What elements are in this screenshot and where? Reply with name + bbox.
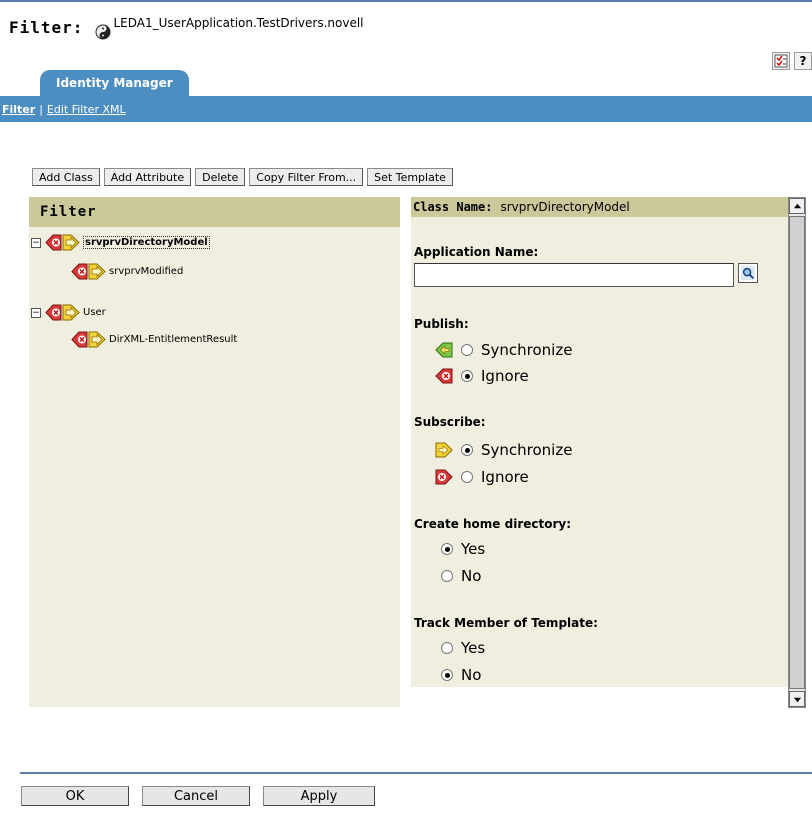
copy-filter-from-button[interactable]: Copy Filter From... [249,168,364,186]
apply-button[interactable]: Apply [263,786,375,806]
subscribe-label: Subscribe: [414,415,486,429]
class-name-value: srvprvDirectoryModel [500,200,630,214]
publish-sync-icon [435,342,453,358]
tree-item-user[interactable]: − User [31,304,106,321]
radio-label: No [461,567,482,585]
subscribe-sync-icon [435,442,453,458]
subscribe-synchronize-radio[interactable] [461,444,473,456]
publish-synchronize-radio[interactable] [461,344,473,356]
radio-label: No [461,666,482,684]
radio-label: Yes [461,639,486,657]
radio-label: Synchronize [481,341,573,359]
set-template-button[interactable]: Set Template [367,168,453,186]
filter-tree-title: Filter [29,197,400,227]
top-rule [0,0,812,2]
collapse-icon[interactable]: − [31,307,41,318]
track-no-option[interactable]: No [441,666,481,684]
track-no-radio[interactable] [441,669,453,681]
checklist-icon[interactable] [772,52,790,70]
scroll-up-icon[interactable] [789,198,805,214]
header-icons: ? [772,52,812,70]
footer-buttons: OK Cancel Apply [21,786,375,806]
add-class-button[interactable]: Add Class [32,168,100,186]
publish-label: Publish: [414,317,469,331]
help-icon[interactable]: ? [794,52,812,70]
track-yes-option[interactable]: Yes [441,639,485,657]
publish-ignore-option[interactable]: Ignore [435,367,529,385]
cancel-button[interactable]: Cancel [142,786,250,806]
tree-item-label[interactable]: srvprvModified [109,266,183,277]
page-title: Filter: [9,17,84,37]
application-name-label: Application Name: [414,245,539,259]
add-attribute-button[interactable]: Add Attribute [103,168,192,186]
radio-label: Yes [461,540,486,558]
tree-item-srvprvmodified[interactable]: srvprvModified [71,263,183,280]
subscribe-synchronize-option[interactable]: Synchronize [435,441,572,459]
class-name-header: Class Name: srvprvDirectoryModel [411,197,788,217]
track-yes-radio[interactable] [441,642,453,654]
tree-item-srvprvdirectorymodel[interactable]: − srvprvDirectoryModel [31,234,210,251]
page-header: Filter: LEDA1_UserApplication.TestDriver… [9,16,364,40]
ok-button[interactable]: OK [21,786,129,806]
search-icon[interactable] [738,263,758,283]
subscribe-ignore-radio[interactable] [461,471,473,483]
home-dir-yes-option[interactable]: Yes [441,540,485,558]
subtab-edit-filter-xml[interactable]: Edit Filter XML [47,103,126,116]
track-member-of-template-label: Track Member of Template: [414,616,598,630]
subtab-bar: Filter | Edit Filter XML [0,96,812,122]
application-name-input[interactable] [414,263,734,287]
footer-rule [20,772,812,774]
filter-pair-icon [71,263,107,280]
filter-pair-icon [71,331,107,348]
scroll-down-icon[interactable] [789,691,805,707]
tree-item-label[interactable]: srvprvDirectoryModel [83,236,210,249]
subtab-filter[interactable]: Filter [2,103,35,116]
filter-pair-icon [45,304,81,321]
create-home-directory-label: Create home directory: [414,517,572,531]
scroll-thumb[interactable] [789,216,805,689]
home-dir-no-option[interactable]: No [441,567,481,585]
class-name-key: Class Name: [413,200,493,214]
tree-item-label[interactable]: User [83,307,106,318]
tree-item-label[interactable]: DirXML-EntitlementResult [109,334,237,345]
filter-tree-panel: Filter − srvprvDirectoryModel srvprvModi… [29,197,400,707]
collapse-icon[interactable]: − [31,237,41,248]
class-properties-panel: Class Name: srvprvDirectoryModel Applica… [411,197,788,687]
publish-synchronize-option[interactable]: Synchronize [435,341,572,359]
filter-pair-icon [45,234,81,251]
home-dir-yes-radio[interactable] [441,543,453,555]
radio-label: Ignore [481,468,529,486]
driver-icon [95,24,111,40]
subscribe-ignore-option[interactable]: Ignore [435,468,529,486]
tree-item-dirxml-entitlementresult[interactable]: DirXML-EntitlementResult [71,331,237,348]
publish-ignore-icon [435,368,453,384]
tab-identity-manager[interactable]: Identity Manager [40,70,189,96]
toolbar: Add Class Add Attribute Delete Copy Filt… [32,168,453,186]
home-dir-no-radio[interactable] [441,570,453,582]
subscribe-ignore-icon [435,469,453,485]
subtab-separator: | [39,102,43,116]
publish-ignore-radio[interactable] [461,370,473,382]
radio-label: Synchronize [481,441,573,459]
driver-name: LEDA1_UserApplication.TestDrivers.novell [113,16,364,30]
delete-button[interactable]: Delete [195,168,246,186]
radio-label: Ignore [481,367,529,385]
properties-scrollbar[interactable] [788,197,806,708]
